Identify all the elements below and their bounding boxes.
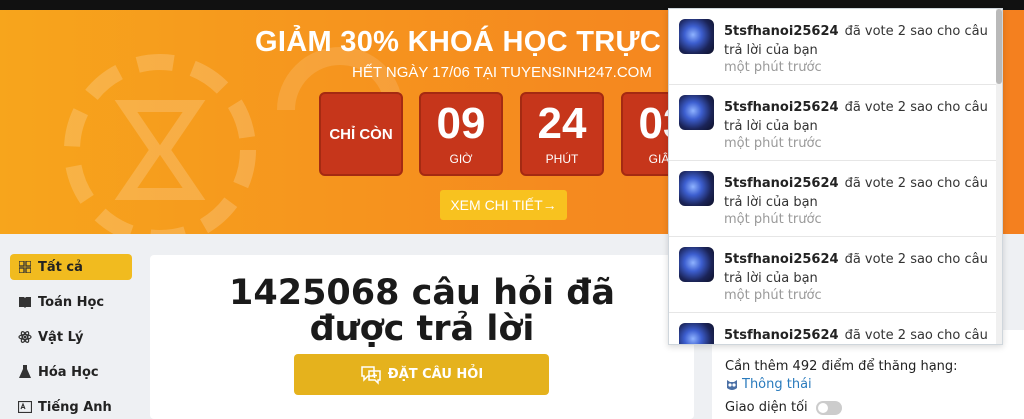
notification-text: 5tsfhanoi25624 đã vote 2 sao cho câu trả … (724, 98, 989, 136)
notification-time: một phút trước (724, 288, 822, 303)
ask-question-label: ĐẶT CÂU HỎI (387, 367, 484, 382)
grid-icon (18, 260, 32, 274)
scrollbar-thumb[interactable] (996, 9, 1002, 84)
subject-sidebar: Tất cả Toán Học Vật Lý Hóa Học Tiếng Anh (10, 254, 132, 419)
dark-mode-row: Giao diện tối (725, 400, 842, 415)
hours-value: 09 (436, 99, 486, 148)
notification-time: một phút trước (724, 136, 822, 151)
question-count-line2: được trả lời (309, 309, 535, 349)
avatar (679, 323, 714, 344)
sidebar-item-label: Hóa Học (38, 364, 99, 380)
banner-title: GIẢM 30% KHOÁ HỌC TRỰC T (255, 26, 688, 58)
rank-link[interactable]: Thông thái (725, 377, 812, 392)
avatar (679, 95, 714, 130)
sidebar-item-label: Tiếng Anh (38, 399, 112, 415)
notification-item[interactable]: 5tsfhanoi25624 đã vote 2 sao cho câu trả … (669, 85, 998, 161)
notification-item[interactable]: 5tsfhanoi25624 đã vote 2 sao cho câu trả … (669, 161, 998, 237)
sidebar-item-physics[interactable]: Vật Lý (10, 324, 132, 350)
notification-text: 5tsfhanoi25624 đã vote 2 sao cho câu trả … (724, 22, 989, 60)
notification-item[interactable]: 5tsfhanoi25624 đã vote 2 sao cho câu trả … (669, 9, 998, 85)
question-stats-card: 1425068 câu hỏi đã được trả lời ĐẶT CÂU … (150, 255, 694, 419)
hours-unit: GIỜ (449, 152, 473, 166)
notification-dropdown[interactable]: 5tsfhanoi25624 đã vote 2 sao cho câu trả … (668, 8, 1003, 345)
chat-plus-icon (361, 365, 381, 385)
notification-item[interactable]: 5tsfhanoi25624đã vote 2 sao cho câu trả (669, 313, 998, 344)
question-count-line1: 1425068 câu hỏi đã (229, 273, 615, 313)
countdown-label: CHỈ CÒN (319, 92, 403, 176)
sidebar-item-label: Vật Lý (38, 329, 84, 345)
avatar (679, 247, 714, 282)
notification-time: một phút trước (724, 60, 822, 75)
rank-needed-text: Cần thêm 492 điểm để thăng hạng: (725, 359, 958, 374)
sidebar-item-label: Tất cả (38, 259, 83, 275)
notification-user[interactable]: 5tsfhanoi25624 (724, 328, 839, 343)
countdown-minutes: 24 PHÚT (520, 92, 604, 176)
dark-mode-toggle[interactable] (815, 400, 842, 415)
notification-user[interactable]: 5tsfhanoi25624 (724, 24, 839, 39)
sidebar-item-all[interactable]: Tất cả (10, 254, 132, 280)
notification-scrollbar[interactable] (996, 9, 1002, 344)
minutes-value: 24 (537, 99, 587, 148)
banner-subtitle: HẾT NGÀY 17/06 TẠI TUYENSINH247.COM (352, 64, 652, 81)
notification-text: 5tsfhanoi25624 đã vote 2 sao cho câu trả … (724, 174, 989, 212)
atom-icon (18, 330, 32, 344)
notification-item[interactable]: 5tsfhanoi25624 đã vote 2 sao cho câu trả … (669, 237, 998, 313)
notification-user[interactable]: 5tsfhanoi25624 (724, 100, 839, 115)
notification-user[interactable]: 5tsfhanoi25624 (724, 176, 839, 191)
avatar (679, 171, 714, 206)
notification-text: 5tsfhanoi25624 đã vote 2 sao cho câu trả … (724, 250, 989, 288)
countdown-hours: 09 GIỜ (419, 92, 503, 176)
notification-user[interactable]: 5tsfhanoi25624 (724, 252, 839, 267)
notification-time: một phút trước (724, 212, 822, 227)
language-icon (18, 400, 32, 414)
sidebar-item-chemistry[interactable]: Hóa Học (10, 359, 132, 385)
book-icon (18, 295, 32, 309)
view-details-button[interactable]: XEM CHI TIẾT→ (440, 190, 567, 220)
minutes-unit: PHÚT (545, 152, 579, 166)
dark-mode-label: Giao diện tối (725, 400, 808, 415)
sidebar-item-english[interactable]: Tiếng Anh (10, 394, 132, 419)
rank-name: Thông thái (742, 377, 812, 392)
notification-text: 5tsfhanoi25624đã vote 2 sao cho câu trả (724, 326, 989, 344)
owl-icon (727, 379, 737, 390)
sidebar-item-label: Toán Học (38, 294, 105, 310)
ask-question-button[interactable]: ĐẶT CÂU HỎI (294, 354, 549, 395)
avatar (679, 19, 714, 54)
hourglass-icon (64, 54, 256, 234)
sidebar-item-math[interactable]: Toán Học (10, 289, 132, 315)
flask-icon (18, 365, 32, 379)
question-count-heading: 1425068 câu hỏi đã được trả lời (150, 275, 694, 347)
